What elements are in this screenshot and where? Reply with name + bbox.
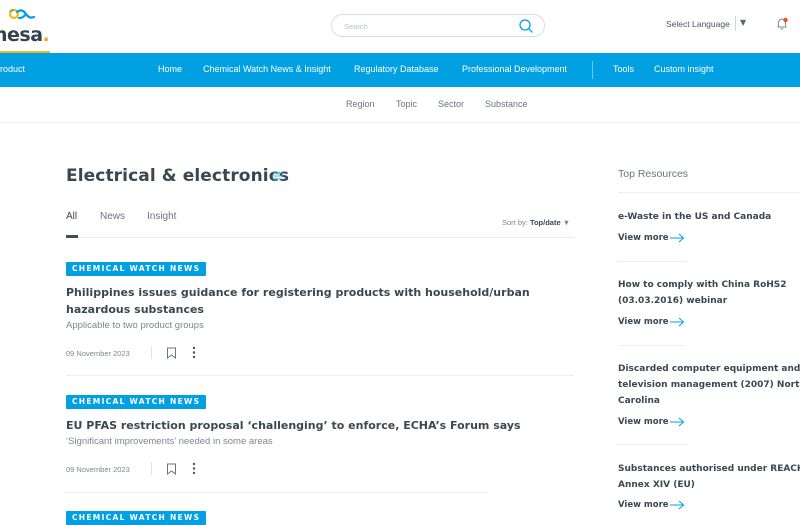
view-more-link[interactable]: View more <box>618 317 669 327</box>
subnav-item-region[interactable]: Region <box>346 99 375 109</box>
tab-news[interactable]: News <box>100 211 125 222</box>
notification-bell-icon[interactable] <box>774 16 790 32</box>
subnav-item-substance[interactable]: Substance <box>485 99 528 109</box>
nav-item-regulatory-database[interactable]: Regulatory Database <box>354 64 439 74</box>
tab-all[interactable]: All <box>66 211 77 222</box>
article-date: 09 November 2023 <box>66 349 130 358</box>
resource-divider <box>618 261 686 262</box>
arrow-right-icon[interactable] <box>669 417 685 427</box>
resource-title[interactable]: Discarded computer equipment and televis… <box>618 361 800 409</box>
view-more-link[interactable]: View more <box>618 233 669 243</box>
more-options-icon[interactable] <box>191 462 197 475</box>
language-selector[interactable]: Select Language <box>666 19 730 29</box>
sort-label: Sort by: <box>502 218 528 227</box>
main-nav: roduct Home Chemical Watch News & Insigh… <box>0 53 800 87</box>
active-tab-indicator <box>66 235 78 238</box>
article-subtitle: ‘Significant improvements’ needed in som… <box>66 436 273 447</box>
sort-caret-icon: ▼ <box>562 218 571 227</box>
tab-insight[interactable]: Insight <box>147 211 176 222</box>
article-badge[interactable]: CHEMICAL WATCH NEWS <box>66 262 207 276</box>
resource-title[interactable]: e-Waste in the US and Canada <box>618 209 800 225</box>
subnav-item-sector[interactable]: Sector <box>438 99 464 109</box>
language-caret-icon[interactable]: ▼ <box>740 18 746 27</box>
nav-item-home[interactable]: Home <box>158 64 182 74</box>
article-subtitle: Applicable to two product groups <box>66 320 204 331</box>
page-title: Electrical & electronics <box>66 166 290 186</box>
nav-product[interactable]: roduct <box>0 64 25 74</box>
nav-item-tools[interactable]: Tools <box>613 64 634 74</box>
sidebar-title: Top Resources <box>618 168 689 180</box>
search-icon[interactable] <box>518 18 534 34</box>
view-more-link[interactable]: View more <box>618 417 669 427</box>
article-divider <box>66 492 486 493</box>
sort-dropdown[interactable]: Sort by: Top/date ▼ <box>502 218 570 227</box>
bookmark-icon[interactable] <box>166 463 177 475</box>
filter-icon[interactable] <box>271 169 285 183</box>
nav-divider <box>592 61 593 79</box>
article-date: 09 November 2023 <box>66 465 130 474</box>
resource-divider <box>618 345 686 346</box>
bookmark-icon[interactable] <box>166 347 177 359</box>
sidebar-divider <box>618 192 800 193</box>
nav-item-custom-insight[interactable]: Custom insight <box>654 64 714 74</box>
logo-text: hesa. <box>0 24 50 46</box>
meta-divider <box>151 462 152 475</box>
sort-value: Top/date <box>529 218 561 227</box>
resource-divider <box>618 444 686 445</box>
more-options-icon[interactable] <box>191 346 197 359</box>
logo-mark-icon <box>8 8 36 20</box>
resource-title[interactable]: How to comply with China RoHS2 (03.03.20… <box>618 277 800 309</box>
nav-item-chemical-watch[interactable]: Chemical Watch News & Insight <box>203 64 331 74</box>
subnav-item-topic[interactable]: Topic <box>396 99 417 109</box>
nav-item-professional-development[interactable]: Professional Development <box>462 64 567 74</box>
arrow-right-icon[interactable] <box>669 233 685 243</box>
article-divider <box>66 375 574 376</box>
tabs-divider <box>66 237 574 238</box>
top-header: hesa. Select Language ▼ <box>0 0 800 53</box>
article-title[interactable]: EU PFAS restriction proposal ‘challengin… <box>66 417 566 434</box>
article-badge[interactable]: CHEMICAL WATCH NEWS <box>66 395 207 409</box>
article-title[interactable]: Philippines issues guidance for register… <box>66 284 566 318</box>
logo[interactable]: hesa. <box>0 6 54 48</box>
meta-divider <box>151 346 152 359</box>
search-box[interactable] <box>331 14 545 37</box>
arrow-right-icon[interactable] <box>669 500 685 510</box>
search-input[interactable] <box>344 18 504 34</box>
article-badge[interactable]: CHEMICAL WATCH NEWS <box>66 511 207 525</box>
arrow-right-icon[interactable] <box>669 317 685 327</box>
resource-title[interactable]: Substances authorised under REACH Annex … <box>618 461 800 493</box>
language-divider <box>735 16 736 31</box>
sub-nav: Region Topic Sector Substance <box>0 87 800 123</box>
view-more-link[interactable]: View more <box>618 500 669 510</box>
